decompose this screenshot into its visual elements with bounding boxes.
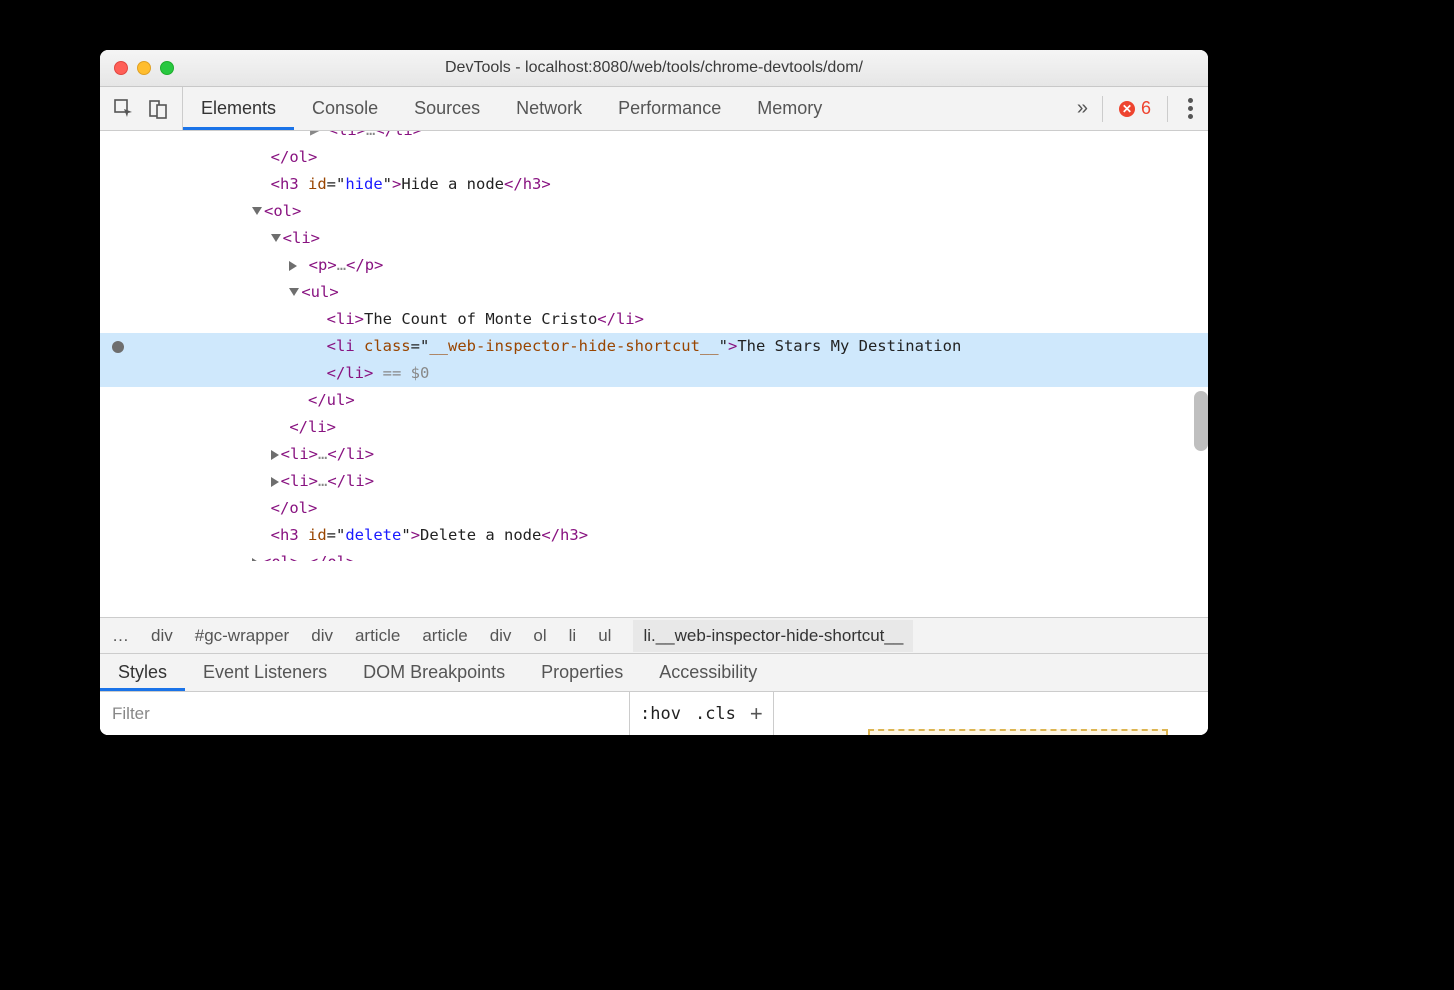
tab-console[interactable]: Console xyxy=(294,87,396,130)
new-rule-icon[interactable]: + xyxy=(750,701,763,727)
cls-toggle[interactable]: .cls xyxy=(695,704,736,724)
tree-line[interactable]: <p>…</p> xyxy=(100,252,1208,279)
error-icon: ✕ xyxy=(1119,101,1135,117)
breadcrumb-item[interactable]: ol xyxy=(533,626,546,646)
tab-performance[interactable]: Performance xyxy=(600,87,739,130)
tree-line[interactable]: <li> xyxy=(100,225,1208,252)
inspect-element-icon[interactable] xyxy=(110,95,138,123)
toolbar-divider xyxy=(1102,96,1103,122)
hov-toggle[interactable]: :hov xyxy=(640,704,681,724)
minimize-window-button[interactable] xyxy=(137,61,151,75)
subtab-accessibility[interactable]: Accessibility xyxy=(641,654,775,691)
error-count-label: 6 xyxy=(1141,98,1151,119)
tree-line[interactable]: <ol> xyxy=(100,198,1208,225)
toolbar-right-group: » ✕ 6 xyxy=(1061,87,1208,130)
tree-line[interactable]: </ol> xyxy=(100,495,1208,522)
styles-chips: :hov .cls + xyxy=(630,692,774,735)
toolbar-divider xyxy=(1167,96,1168,122)
tree-line[interactable]: <ol>…</ol> xyxy=(100,549,1208,561)
main-tabs: Elements Console Sources Network Perform… xyxy=(183,87,1061,130)
main-toolbar: Elements Console Sources Network Perform… xyxy=(100,87,1208,131)
traffic-lights xyxy=(100,61,174,75)
maximize-window-button[interactable] xyxy=(160,61,174,75)
tree-line[interactable]: <li>…</li> xyxy=(100,441,1208,468)
styles-subtabs: Styles Event Listeners DOM Breakpoints P… xyxy=(100,653,1208,691)
tree-line[interactable]: <h3 id="hide">Hide a node</h3> xyxy=(100,171,1208,198)
tab-network[interactable]: Network xyxy=(498,87,600,130)
breadcrumb-item-current[interactable]: li.__web-inspector-hide-shortcut__ xyxy=(633,620,913,652)
window-title: DevTools - localhost:8080/web/tools/chro… xyxy=(100,59,1208,77)
error-counter[interactable]: ✕ 6 xyxy=(1113,98,1157,119)
tree-line-selected[interactable]: </li> == $0 xyxy=(100,360,1208,387)
subtab-event-listeners[interactable]: Event Listeners xyxy=(185,654,345,691)
tree-line[interactable]: </ul> xyxy=(100,387,1208,414)
settings-menu-icon[interactable] xyxy=(1188,98,1194,120)
breadcrumb-item[interactable]: ul xyxy=(598,626,611,646)
styles-filter-input[interactable] xyxy=(100,692,630,735)
breadcrumb-item[interactable]: div xyxy=(490,626,512,646)
elements-panel: ▶ <li>…</li> </ol> <h3 id="hide">Hide a … xyxy=(100,131,1208,617)
breadcrumb-item[interactable]: article xyxy=(422,626,467,646)
vertical-scrollbar[interactable] xyxy=(1194,391,1208,451)
close-window-button[interactable] xyxy=(114,61,128,75)
tree-line[interactable]: </li> xyxy=(100,414,1208,441)
tree-line[interactable]: <li>The Count of Monte Cristo</li> xyxy=(100,306,1208,333)
breadcrumb-overflow[interactable]: … xyxy=(112,626,129,646)
subtab-properties[interactable]: Properties xyxy=(523,654,641,691)
breadcrumb: … div #gc-wrapper div article article di… xyxy=(100,617,1208,653)
tree-line[interactable]: </ol> xyxy=(100,144,1208,171)
tree-line[interactable]: <h3 id="delete">Delete a node</h3> xyxy=(100,522,1208,549)
breadcrumb-item[interactable]: #gc-wrapper xyxy=(195,626,290,646)
hidden-node-indicator-icon xyxy=(112,341,124,353)
devtools-window: DevTools - localhost:8080/web/tools/chro… xyxy=(100,50,1208,735)
window-titlebar[interactable]: DevTools - localhost:8080/web/tools/chro… xyxy=(100,50,1208,87)
subtab-dom-breakpoints[interactable]: DOM Breakpoints xyxy=(345,654,523,691)
dom-tree[interactable]: ▶ <li>…</li> </ol> <h3 id="hide">Hide a … xyxy=(100,131,1208,561)
tree-line[interactable]: <ul> xyxy=(100,279,1208,306)
overflow-tabs-icon[interactable]: » xyxy=(1073,97,1092,120)
tree-line[interactable]: ▶ <li>…</li> xyxy=(100,131,1208,144)
breadcrumb-item[interactable]: article xyxy=(355,626,400,646)
tab-elements[interactable]: Elements xyxy=(183,87,294,130)
breadcrumb-item[interactable]: div xyxy=(151,626,173,646)
tree-line-selected[interactable]: <li class="__web-inspector-hide-shortcut… xyxy=(100,333,1208,360)
tree-line[interactable]: <li>…</li> xyxy=(100,468,1208,495)
breadcrumb-item[interactable]: div xyxy=(311,626,333,646)
tab-sources[interactable]: Sources xyxy=(396,87,498,130)
breadcrumb-item[interactable]: li xyxy=(569,626,577,646)
styles-toolbar: :hov .cls + xyxy=(100,691,1208,735)
toolbar-left-group xyxy=(100,87,183,130)
tab-memory[interactable]: Memory xyxy=(739,87,840,130)
box-model-preview xyxy=(868,729,1168,735)
subtab-styles[interactable]: Styles xyxy=(100,654,185,691)
device-toolbar-icon[interactable] xyxy=(144,95,172,123)
